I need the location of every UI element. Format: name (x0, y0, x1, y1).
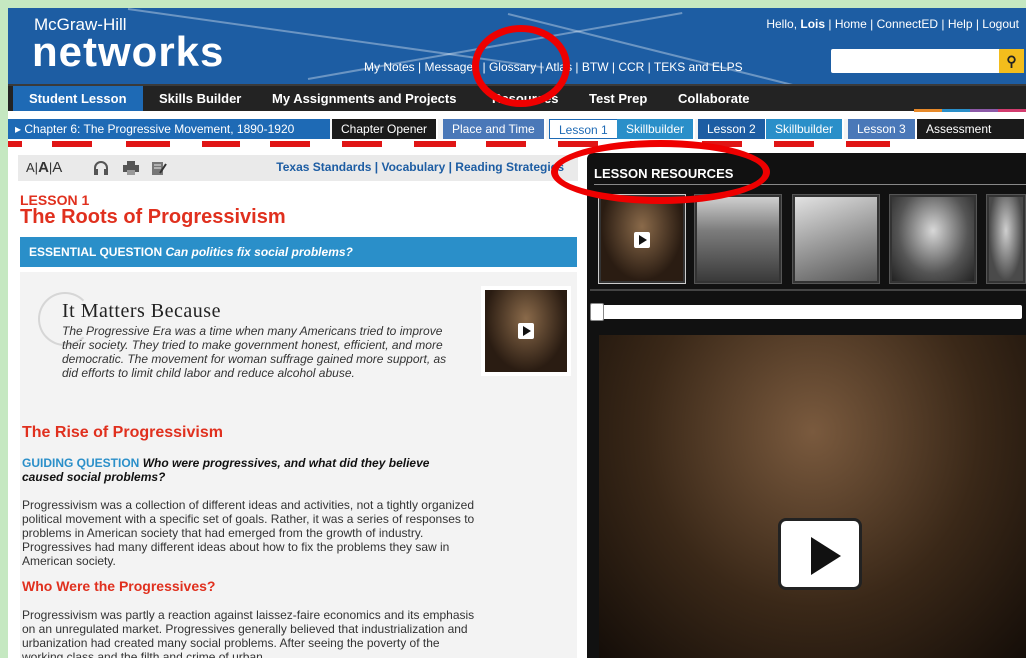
lesson-resources-panel: LESSON RESOURCES (587, 153, 1026, 658)
tab-lesson-3[interactable]: Lesson 3 (848, 119, 917, 139)
color-stripe (914, 109, 1026, 112)
nav-student-lesson[interactable]: Student Lesson (13, 86, 143, 111)
annotation-circle (472, 25, 570, 107)
video-player[interactable] (599, 335, 1026, 658)
thumb-divider (590, 289, 1026, 291)
logout-link[interactable]: Logout (982, 17, 1019, 31)
subsection-title: Who Were the Progressives? (22, 578, 216, 594)
chapter-bar: ▸ Chapter 6: The Progressive Movement, 1… (8, 119, 1026, 139)
tab-lesson-1[interactable]: Lesson 1 (549, 119, 618, 139)
tab-assessment[interactable]: Assessment (917, 119, 1026, 139)
lesson-content: It Matters Because The Progressive Era w… (20, 272, 577, 658)
section-title: The Rise of Progressivism (22, 424, 223, 441)
home-link[interactable]: Home (835, 17, 867, 31)
play-icon (634, 232, 650, 248)
eq-label: ESSENTIAL QUESTION (29, 245, 163, 259)
font-mid-button[interactable]: A (38, 159, 49, 176)
headphones-icon[interactable] (92, 160, 110, 176)
search-button[interactable]: ⚲ (999, 49, 1024, 73)
play-icon (518, 323, 534, 339)
lesson-title: The Roots of Progressivism (20, 206, 286, 228)
reading-toolbar: A|A|A Texas Standards | Vocabulary | Rea… (18, 155, 578, 181)
tab-place-and-time[interactable]: Place and Time (443, 119, 546, 139)
tab-chapter-opener[interactable]: Chapter Opener (332, 119, 439, 139)
it-matters-text: The Progressive Era was a time when many… (62, 324, 447, 380)
essential-question-bar: ESSENTIAL QUESTION Can politics fix soci… (20, 237, 577, 267)
standards-links[interactable]: Texas Standards | Vocabulary | Reading S… (276, 160, 564, 174)
resource-thumb-photo[interactable] (792, 194, 880, 284)
nav-collaborate[interactable]: Collaborate (662, 86, 766, 111)
user-name: Lois (800, 17, 826, 31)
paragraph-1: Progressivism was a collection of differ… (22, 498, 475, 568)
connected-link[interactable]: ConnectED (877, 17, 938, 31)
eq-text: Can politics fix social problems? (165, 245, 353, 259)
chapter-title: Chapter 6: The Progressive Movement, 189… (24, 122, 295, 136)
help-link[interactable]: Help (948, 17, 973, 31)
search-icon: ⚲ (1006, 52, 1017, 69)
search-input[interactable] (831, 49, 999, 73)
annotation-dashes (8, 141, 1026, 147)
tab-skillbuilder-1[interactable]: Skillbuilder (617, 119, 696, 139)
gq-label: GUIDING QUESTION (22, 456, 140, 470)
user-greeting: Hello, Lois | Home | ConnectED | Help | … (766, 17, 1019, 31)
nav-assignments[interactable]: My Assignments and Projects (256, 86, 472, 111)
greeting-text: Hello, (766, 17, 801, 31)
resource-thumb-video[interactable] (598, 194, 686, 284)
paragraph-2: Progressivism was partly a reaction agai… (22, 608, 475, 658)
chapter-label[interactable]: ▸ Chapter 6: The Progressive Movement, 1… (8, 119, 330, 139)
nav-skills-builder[interactable]: Skills Builder (143, 86, 257, 111)
brand-logo[interactable]: networks (32, 30, 224, 74)
annotation-circle (551, 140, 770, 204)
font-size-controls[interactable]: A|A|A (26, 159, 62, 176)
notes-icon[interactable] (150, 160, 168, 176)
font-small-button[interactable]: A (26, 160, 35, 175)
slider-handle[interactable] (590, 303, 604, 321)
video-thumbnail[interactable] (481, 286, 571, 376)
nav-test-prep[interactable]: Test Prep (573, 86, 663, 111)
play-button[interactable] (778, 518, 862, 590)
font-large-button[interactable]: A (52, 159, 62, 176)
guiding-question: GUIDING QUESTION Who were progressives, … (22, 456, 462, 484)
resource-thumb-portrait[interactable] (889, 194, 977, 284)
print-icon[interactable] (122, 160, 140, 176)
tab-skillbuilder-2[interactable]: Skillbuilder (766, 119, 845, 139)
resource-thumb-portrait[interactable] (986, 194, 1026, 284)
portrait-image (485, 290, 567, 372)
tab-lesson-2[interactable]: Lesson 2 (698, 119, 767, 139)
thumb-scroll-slider[interactable] (590, 305, 1022, 319)
it-matters-title: It Matters Because (62, 300, 221, 322)
resource-thumb-photo[interactable] (694, 194, 782, 284)
